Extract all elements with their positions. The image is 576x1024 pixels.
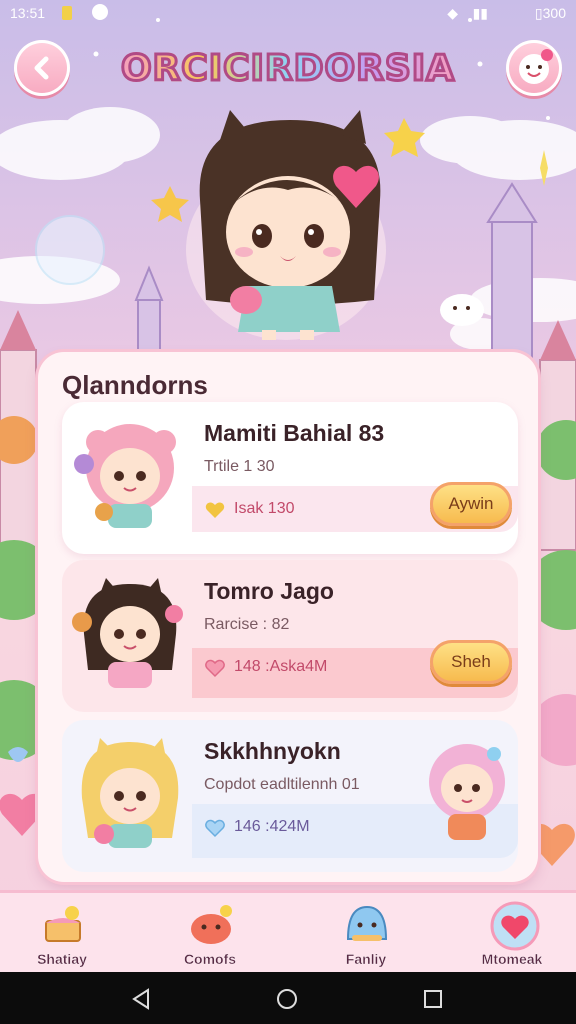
back-triangle-icon[interactable] xyxy=(130,988,152,1010)
entry-stat: 146 :424M xyxy=(234,818,310,835)
heart-badge-icon xyxy=(490,901,540,951)
home-circle-icon[interactable] xyxy=(276,988,298,1010)
cake-icon xyxy=(45,906,81,942)
nav-label: Fanliy xyxy=(345,951,387,967)
nav-label: Comofs xyxy=(183,951,237,967)
entry-name: Tomro Jago xyxy=(204,578,334,604)
game-logo: ORCICIRDORSIA xyxy=(119,47,456,91)
bottom-nav: Shatiay Comofs Fanliy Mtomeak xyxy=(0,890,576,975)
list-item[interactable]: Tomro Jago Rarcise : 82 148 :Aska4M Sheh xyxy=(62,560,518,712)
panel-title: Qlanndorns xyxy=(62,370,208,400)
slime-icon xyxy=(346,905,388,941)
entry-stat: 148 :Aska4M xyxy=(234,658,328,675)
nav-label: Shatiay xyxy=(37,951,87,967)
nav-item-mtomeak[interactable]: Mtomeak xyxy=(462,897,562,973)
chevron-left-icon xyxy=(34,56,49,80)
entry-action-button[interactable]: Sheh xyxy=(430,640,512,684)
profile-button[interactable] xyxy=(506,40,562,96)
status-time: 13:51 xyxy=(10,5,46,21)
recents-square-icon[interactable] xyxy=(422,988,444,1010)
battery-level: 300 xyxy=(542,5,566,21)
signal-icon: ▮▮ xyxy=(472,5,488,21)
list-item[interactable]: Mamiti Bahial 83 Trtile 1 30 Isak 130 Ay… xyxy=(62,402,518,554)
heart-blue-icon xyxy=(205,819,225,838)
battery-indicator: ▯300 xyxy=(534,5,566,21)
entry-subtitle: Trtile 1 30 xyxy=(204,458,275,475)
button-label: Sheh xyxy=(451,652,491,671)
avatar-brown-girl xyxy=(72,578,183,688)
system-nav-bar xyxy=(0,972,576,1024)
nav-label: Mtomeak xyxy=(481,951,543,967)
entry-subtitle: Rarcise : 82 xyxy=(204,616,290,633)
status-bar: 13:51 ◆ ▮▮ ▯300 xyxy=(0,0,576,28)
entry-subtitle: Copdot eadltilennh 01 xyxy=(204,776,360,793)
notification-icon xyxy=(62,6,72,20)
smiley-icon xyxy=(519,49,553,84)
nav-item-comofs[interactable]: Comofs xyxy=(160,897,260,973)
mochi-icon xyxy=(191,905,232,944)
avatar-pink-girl xyxy=(74,424,176,528)
location-icon xyxy=(92,4,108,20)
avatar-pink-side-girl xyxy=(429,744,505,840)
entry-stat: Isak 130 xyxy=(234,500,295,517)
wifi-icon: ◆ xyxy=(447,5,458,21)
mascot-character xyxy=(186,110,386,340)
nav-item-family[interactable]: Fanliy xyxy=(316,897,416,973)
heart-gold-icon xyxy=(205,502,225,518)
avatar-blonde-girl xyxy=(81,738,179,848)
entry-name: Mamiti Bahial 83 xyxy=(204,420,385,446)
button-label: Aywin xyxy=(448,494,494,513)
heart-pink-icon xyxy=(205,659,225,678)
entry-action-button[interactable]: Aywin xyxy=(430,482,512,526)
nav-item-shop[interactable]: Shatiay xyxy=(12,897,112,973)
back-button[interactable] xyxy=(14,40,70,96)
entry-name: Skkhhnyokn xyxy=(204,738,341,764)
list-item[interactable]: Skkhhnyokn Copdot eadltilennh 01 146 :42… xyxy=(62,720,518,872)
